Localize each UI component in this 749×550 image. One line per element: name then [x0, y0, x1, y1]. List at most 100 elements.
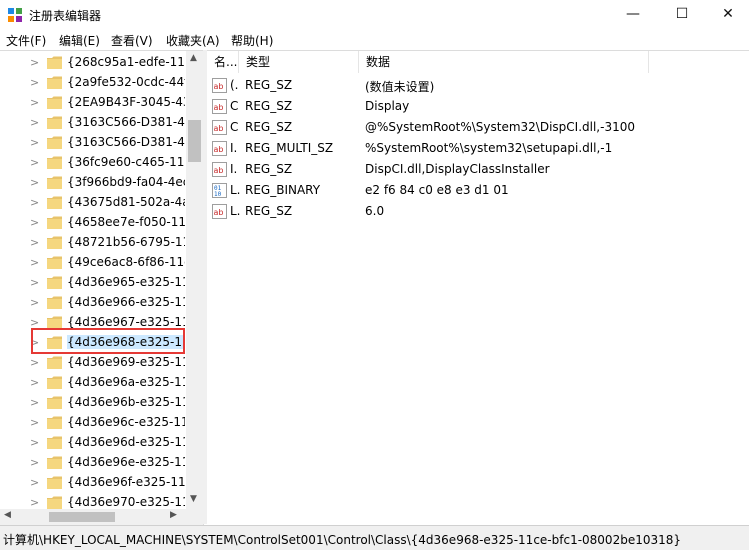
tree-item[interactable]: > {48721b56-6795-11c	[0, 233, 186, 253]
column-divider[interactable]	[238, 51, 239, 73]
expand-chevron-icon[interactable]: >	[30, 436, 39, 449]
value-type: REG_BINARY	[245, 183, 321, 197]
tree-item-label[interactable]: {3f966bd9-fa04-4ec5	[67, 175, 185, 189]
expand-chevron-icon[interactable]: >	[30, 476, 39, 489]
tree-item-label[interactable]: {2EA9B43F-3045-43E	[67, 95, 185, 109]
expand-chevron-icon[interactable]: >	[30, 216, 39, 229]
expand-chevron-icon[interactable]: >	[30, 116, 39, 129]
menu-view[interactable]: 查看(V)	[111, 32, 153, 49]
tree-item[interactable]: > {4d36e96a-e325-11c	[0, 373, 186, 393]
maximize-button[interactable]: ☐	[659, 0, 705, 30]
scroll-up-icon[interactable]: ▲	[190, 53, 197, 63]
tree-item[interactable]: > {4d36e96d-e325-11c	[0, 433, 186, 453]
tree-item[interactable]: > {4d36e965-e325-11c	[0, 273, 186, 293]
tree-item-label[interactable]: {4d36e96d-e325-11c	[67, 435, 185, 449]
tree-item[interactable]: > {4d36e96e-e325-11c	[0, 453, 186, 473]
scroll-right-icon[interactable]: ▶	[170, 510, 177, 520]
svg-text:ab: ab	[214, 124, 224, 133]
value-row[interactable]: 01 10 L. REG_BINARY e2 f6 84 c0 e8 e3 d1 01	[207, 180, 749, 201]
tree-item[interactable]: > {4d36e96c-e325-11c	[0, 413, 186, 433]
column-header-name[interactable]: 名...	[214, 51, 237, 73]
tree-item-label[interactable]: {49ce6ac8-6f86-11d	[67, 255, 185, 269]
tree-item[interactable]: > {4d36e969-e325-11c	[0, 353, 186, 373]
column-divider[interactable]	[358, 51, 359, 73]
tree-item-label[interactable]: {4d36e969-e325-11c	[67, 355, 185, 369]
tree-item-label[interactable]: {4d36e96c-e325-11c	[67, 415, 185, 429]
tree-item-label[interactable]: {4d36e967-e325-11c	[67, 315, 185, 329]
expand-chevron-icon[interactable]: >	[30, 276, 39, 289]
expand-chevron-icon[interactable]: >	[30, 96, 39, 109]
tree-item[interactable]: > {36fc9e60-c465-11cf	[0, 153, 186, 173]
folder-icon	[47, 176, 62, 189]
value-row[interactable]: ab (. REG_SZ (数值未设置)	[207, 75, 749, 96]
expand-chevron-icon[interactable]: >	[30, 196, 39, 209]
tree-horizontal-scrollbar[interactable]: ◀ ▶	[0, 509, 186, 525]
value-row[interactable]: ab L. REG_SZ 6.0	[207, 201, 749, 222]
tree-item-label[interactable]: {43675d81-502a-4a8	[67, 195, 185, 209]
value-row[interactable]: ab I. REG_SZ DispCI.dll,DisplayClassInstall…	[207, 159, 749, 180]
tree-item-label[interactable]: {268c95a1-edfe-11d	[67, 55, 185, 69]
horizontal-scroll-thumb[interactable]	[49, 512, 115, 522]
tree-item-label[interactable]: {4d36e96b-e325-11c	[67, 395, 185, 409]
expand-chevron-icon[interactable]: >	[30, 376, 39, 389]
tree-item[interactable]: > {4d36e96b-e325-11c	[0, 393, 186, 413]
tree-item-label[interactable]: {48721b56-6795-11c	[67, 235, 185, 249]
tree-item[interactable]: > {4d36e96f-e325-11c	[0, 473, 186, 493]
menu-file[interactable]: 文件(F)	[6, 32, 46, 49]
expand-chevron-icon[interactable]: >	[30, 416, 39, 429]
tree-item-label[interactable]: {3163C566-D381-44	[67, 135, 185, 149]
tree-item[interactable]: > {4d36e966-e325-11c	[0, 293, 186, 313]
expand-chevron-icon[interactable]: >	[30, 156, 39, 169]
tree-vertical-scrollbar[interactable]: ▲ ▼	[186, 51, 203, 509]
expand-chevron-icon[interactable]: >	[30, 56, 39, 69]
folder-icon	[47, 496, 62, 509]
tree-item-label[interactable]: {4d36e96f-e325-11c	[67, 475, 185, 489]
menu-help[interactable]: 帮助(H)	[231, 32, 273, 49]
value-row[interactable]: ab C REG_SZ @%SystemRoot%\System32\DispCI.d…	[207, 117, 749, 138]
column-header-data[interactable]: 数据	[366, 51, 390, 73]
tree-item[interactable]: > {4658ee7e-f050-11d	[0, 213, 186, 233]
value-data: @%SystemRoot%\System32\DispCI.dll,-3100	[365, 120, 635, 134]
tree-item[interactable]: > {3163C566-D381-44	[0, 133, 186, 153]
expand-chevron-icon[interactable]: >	[30, 236, 39, 249]
close-button[interactable]: ✕	[705, 0, 749, 30]
tree-item-label[interactable]: {4d36e96a-e325-11c	[67, 375, 185, 389]
tree-item-label[interactable]: {4d36e970-e325-11c	[67, 495, 185, 509]
expand-chevron-icon[interactable]: >	[30, 396, 39, 409]
tree-item[interactable]: > {3163C566-D381-44	[0, 113, 186, 133]
key-tree-pane: > {268c95a1-edfe-11d > {2a9fe532-0cdc-44f9 >…	[0, 50, 204, 525]
menu-edit[interactable]: 编辑(E)	[59, 32, 100, 49]
tree-item[interactable]: > {268c95a1-edfe-11d	[0, 53, 186, 73]
value-type: REG_SZ	[245, 120, 293, 134]
column-divider[interactable]	[648, 51, 649, 73]
tree-item-label[interactable]: {2a9fe532-0cdc-44f9	[67, 75, 185, 89]
tree-item-label[interactable]: {36fc9e60-c465-11cf	[67, 155, 185, 169]
value-name: C	[230, 99, 239, 113]
value-row[interactable]: ab C REG_SZ Display	[207, 96, 749, 117]
tree-item-label[interactable]: {4d36e965-e325-11c	[67, 275, 185, 289]
tree-item-label[interactable]: {4d36e966-e325-11c	[67, 295, 185, 309]
vertical-scroll-thumb[interactable]	[188, 120, 201, 162]
tree-item[interactable]: > {2EA9B43F-3045-43E	[0, 93, 186, 113]
expand-chevron-icon[interactable]: >	[30, 76, 39, 89]
tree-item-label[interactable]: {4658ee7e-f050-11d	[67, 215, 185, 229]
expand-chevron-icon[interactable]: >	[30, 456, 39, 469]
minimize-button[interactable]: —	[610, 0, 656, 30]
value-row[interactable]: ab I. REG_MULTI_SZ %SystemRoot%\system32\se…	[207, 138, 749, 159]
expand-chevron-icon[interactable]: >	[30, 176, 39, 189]
tree-item-label[interactable]: {4d36e96e-e325-11c	[67, 455, 185, 469]
expand-chevron-icon[interactable]: >	[30, 136, 39, 149]
scroll-down-icon[interactable]: ▼	[190, 494, 197, 504]
tree-item[interactable]: > {49ce6ac8-6f86-11d	[0, 253, 186, 273]
tree-item-label[interactable]: {3163C566-D381-44	[67, 115, 185, 129]
tree-item[interactable]: > {43675d81-502a-4a8	[0, 193, 186, 213]
scroll-left-icon[interactable]: ◀	[4, 510, 11, 520]
menu-favorites[interactable]: 收藏夹(A)	[166, 32, 220, 49]
expand-chevron-icon[interactable]: >	[30, 496, 39, 509]
column-header-type[interactable]: 类型	[246, 51, 270, 73]
tree-item[interactable]: > {2a9fe532-0cdc-44f9	[0, 73, 186, 93]
expand-chevron-icon[interactable]: >	[30, 356, 39, 369]
expand-chevron-icon[interactable]: >	[30, 256, 39, 269]
tree-item[interactable]: > {3f966bd9-fa04-4ec5	[0, 173, 186, 193]
expand-chevron-icon[interactable]: >	[30, 296, 39, 309]
